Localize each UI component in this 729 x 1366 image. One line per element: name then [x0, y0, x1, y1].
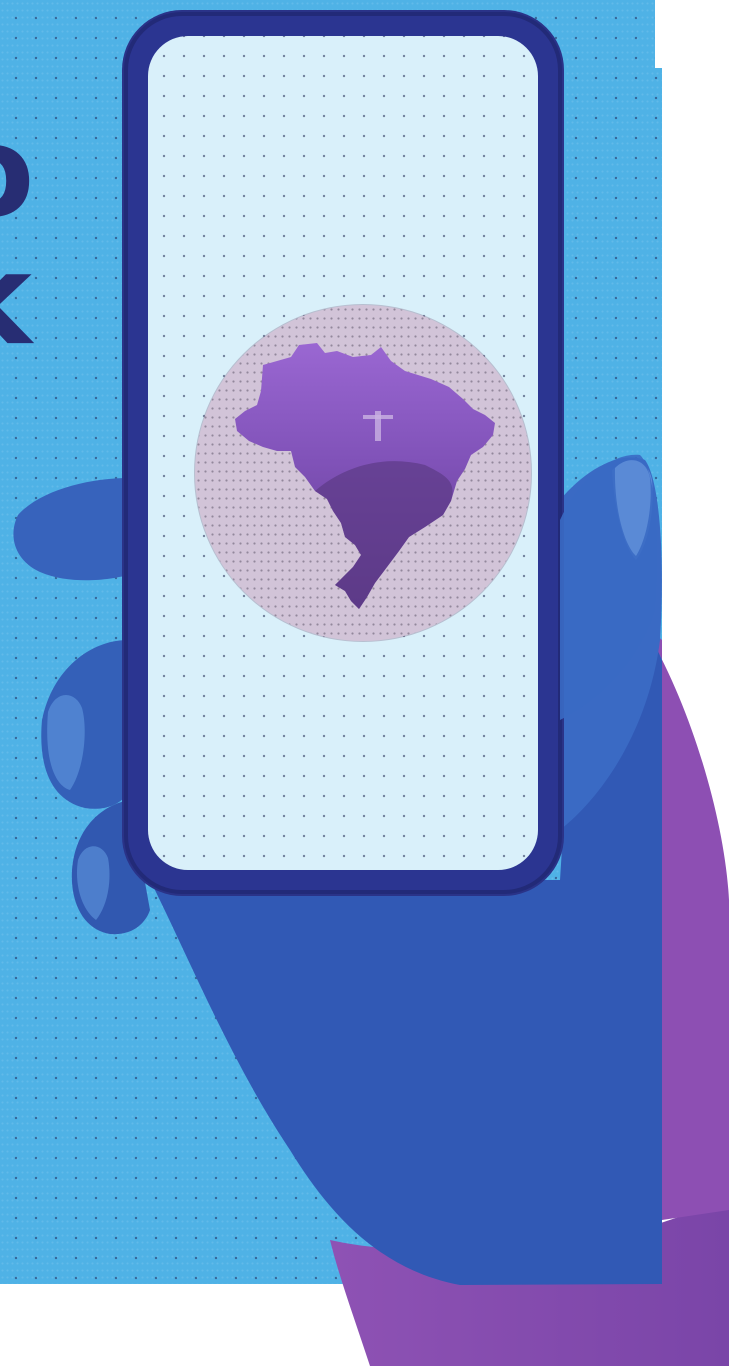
hero-illustration: o k	[0, 0, 729, 1366]
thumb-front	[560, 454, 658, 720]
